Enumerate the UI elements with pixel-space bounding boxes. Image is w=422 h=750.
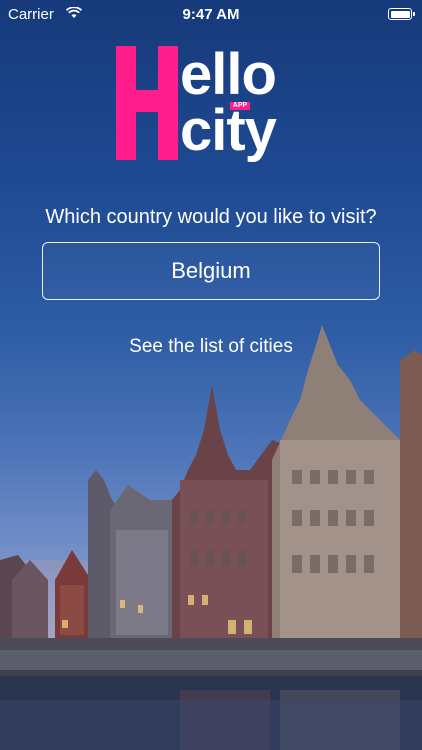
app-screen: Carrier 9:47 AM ello APP city Which coun… — [0, 0, 422, 750]
status-time: 9:47 AM — [182, 6, 240, 23]
battery-level — [390, 10, 410, 18]
country-question: Which country would you like to visit? — [45, 206, 377, 228]
app-logo: ello APP city — [116, 46, 308, 160]
logo-h-letter — [116, 46, 178, 160]
see-cities-link[interactable]: See the list of cities — [0, 336, 422, 358]
country-select-button[interactable]: Belgium — [42, 242, 380, 300]
battery-icon — [388, 8, 415, 20]
logo-word-bottom: city — [180, 98, 277, 163]
logo-word-top: ello — [180, 42, 277, 107]
status-bar: Carrier 9:47 AM — [0, 0, 422, 30]
